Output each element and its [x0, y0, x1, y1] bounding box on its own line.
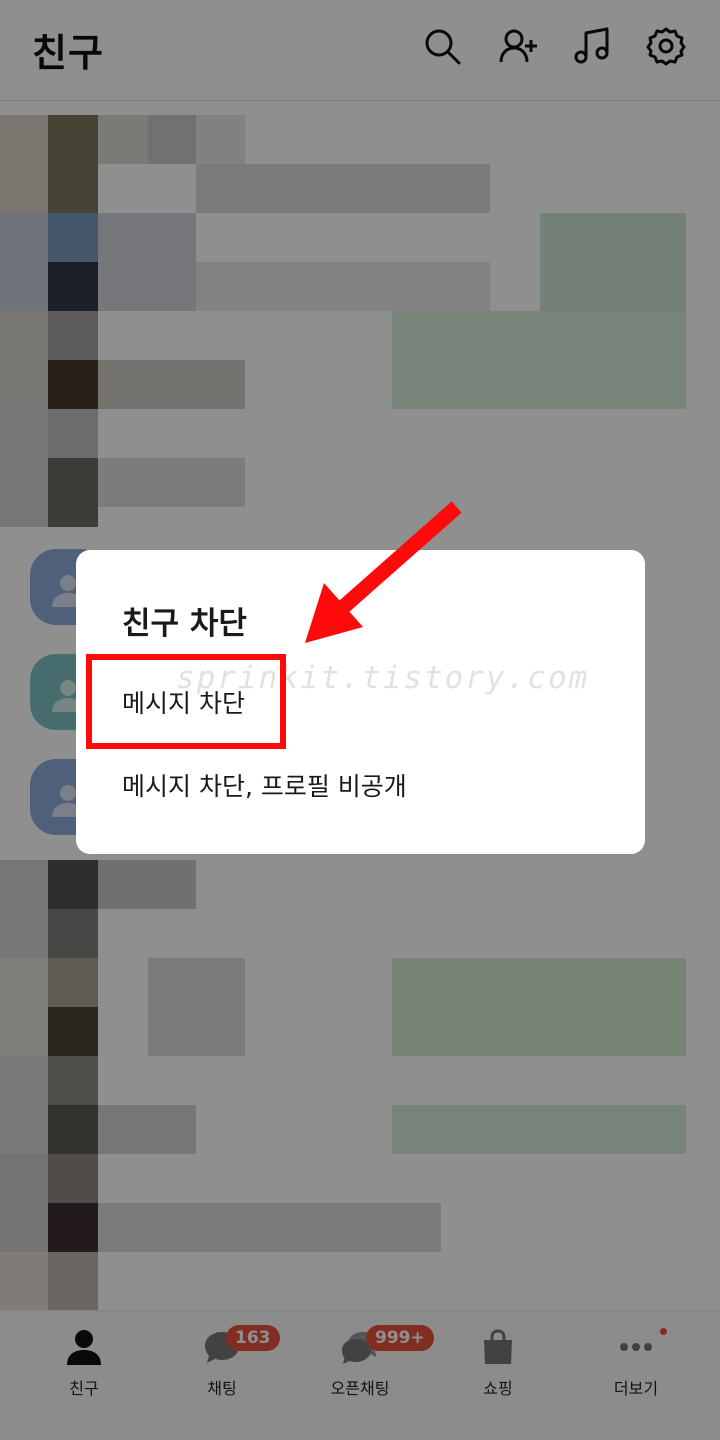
highlight-box: [86, 654, 286, 749]
dialog-title: 친구 차단: [122, 606, 247, 642]
block-messages-hide-profile-option[interactable]: 메시지 차단, 프로필 비공개: [122, 767, 407, 803]
kakaotalk-friends-screen: 친구 친구 163 채팅 999+ 오픈채팅 쇼핑 더보기 sprinkit.t…: [0, 0, 720, 1440]
